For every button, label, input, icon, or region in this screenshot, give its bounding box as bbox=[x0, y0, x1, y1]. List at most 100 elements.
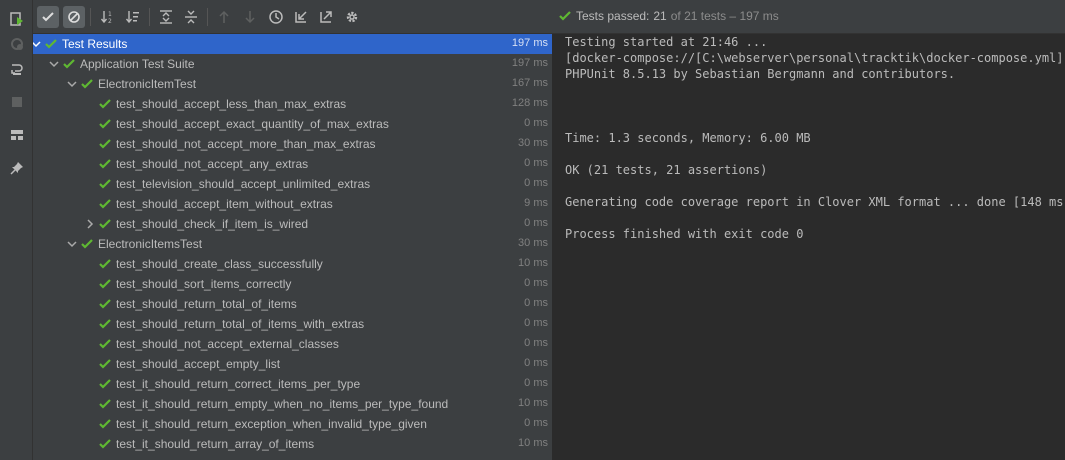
tree-root[interactable]: Test Results 197 ms bbox=[33, 34, 552, 54]
show-ignored-icon[interactable] bbox=[63, 6, 85, 28]
export-tests-icon[interactable] bbox=[315, 6, 337, 28]
tree-suite[interactable]: Application Test Suite 197 ms bbox=[33, 54, 552, 74]
test-row[interactable]: test_should_accept_exact_quantity_of_max… bbox=[33, 114, 552, 134]
passed-check-icon bbox=[99, 379, 111, 389]
passed-check-icon bbox=[99, 159, 111, 169]
test-tree: Test Results 197 ms Application Test Suite… bbox=[33, 34, 552, 460]
test-row[interactable]: test_should_return_total_of_items_with_e… bbox=[33, 314, 552, 334]
tree-item-duration: 0 ms bbox=[524, 117, 548, 129]
console-line: Time: 1.3 seconds, Memory: 6.00 MB bbox=[565, 131, 811, 145]
tree-item-label: test_should_create_class_successfully bbox=[116, 257, 323, 271]
passed-check-icon bbox=[63, 59, 75, 69]
tree-item-label: test_should_return_total_of_items_with_e… bbox=[116, 317, 365, 331]
tree-item-duration: 0 ms bbox=[524, 297, 548, 309]
passed-check-icon bbox=[99, 359, 111, 369]
tree-item-duration: 197 ms bbox=[511, 57, 548, 69]
import-tests-icon[interactable] bbox=[290, 6, 312, 28]
sort-alpha-icon[interactable]: 12 bbox=[97, 6, 119, 28]
tree-item-duration: 30 ms bbox=[518, 237, 548, 249]
test-row[interactable]: test_should_accept_item_without_extras 9 … bbox=[33, 194, 552, 214]
layout-icon[interactable] bbox=[6, 124, 28, 146]
passed-check-icon bbox=[99, 139, 111, 149]
status-area: Tests passed: 21 of 21 tests – 197 ms bbox=[552, 0, 1065, 34]
tree-item-duration: 0 ms bbox=[524, 317, 548, 329]
test-row[interactable]: test_it_should_return_empty_when_no_item… bbox=[33, 394, 552, 414]
tree-item-label: Application Test Suite bbox=[80, 57, 195, 71]
passed-check-icon bbox=[99, 299, 111, 309]
test-row[interactable]: test_it_should_return_exception_when_inv… bbox=[33, 414, 552, 434]
settings-icon[interactable] bbox=[341, 6, 363, 28]
passed-check-icon bbox=[99, 219, 111, 229]
stop-icon[interactable] bbox=[6, 91, 28, 113]
test-row[interactable]: test_should_not_accept_any_extras 0 ms bbox=[33, 154, 552, 174]
tree-item-duration: 0 ms bbox=[524, 357, 548, 369]
test-row[interactable]: test_should_create_class_successfully 10 … bbox=[33, 254, 552, 274]
tree-class[interactable]: ElectronicItemTest 167 ms bbox=[33, 74, 552, 94]
svg-text:2: 2 bbox=[108, 18, 112, 25]
tree-item-duration: 10 ms bbox=[518, 397, 548, 409]
show-passed-icon[interactable] bbox=[37, 6, 59, 28]
test-row[interactable]: test_should_not_accept_external_classes 0… bbox=[33, 334, 552, 354]
console-output[interactable]: Testing started at 21:46 ... [docker-comp… bbox=[553, 34, 1065, 460]
console-line: OK (21 tests, 21 assertions) bbox=[565, 163, 768, 177]
tree-class[interactable]: ElectronicItemsTest 30 ms bbox=[33, 234, 552, 254]
status-passed-count: 21 bbox=[653, 9, 667, 23]
chevron-down-icon[interactable] bbox=[33, 37, 42, 51]
tree-item-duration: 167 ms bbox=[511, 77, 548, 89]
sort-duration-icon[interactable] bbox=[122, 6, 144, 28]
console-line: Process finished with exit code 0 bbox=[565, 227, 804, 241]
tree-item-label: Test Results bbox=[62, 37, 128, 51]
svg-text:1: 1 bbox=[108, 11, 112, 18]
collapse-all-icon[interactable] bbox=[180, 6, 202, 28]
status-total: of 21 tests – 197 ms bbox=[670, 9, 779, 23]
test-row[interactable]: test_should_not_accept_more_than_max_ext… bbox=[33, 134, 552, 154]
passed-check-icon bbox=[99, 419, 111, 429]
test-row[interactable]: test_should_return_total_of_items 0 ms bbox=[33, 294, 552, 314]
console-line: Testing started at 21:46 ... bbox=[565, 35, 768, 49]
tree-item-label: test_should_accept_empty_list bbox=[116, 357, 281, 371]
tree-item-label: test_should_check_if_item_is_wired bbox=[116, 217, 309, 231]
test-row[interactable]: test_should_sort_items_correctly 0 ms bbox=[33, 274, 552, 294]
tree-item-duration: 10 ms bbox=[518, 437, 548, 449]
tree-item-duration: 0 ms bbox=[524, 217, 548, 229]
rerun-failed-icon[interactable] bbox=[6, 33, 28, 55]
expand-all-icon[interactable] bbox=[155, 6, 177, 28]
prev-failed-icon[interactable] bbox=[213, 6, 235, 28]
test-row[interactable]: test_it_should_return_correct_items_per_… bbox=[33, 374, 552, 394]
test-row[interactable]: test_should_accept_empty_list 0 ms bbox=[33, 354, 552, 374]
passed-check-icon bbox=[99, 119, 111, 129]
tree-item-duration: 0 ms bbox=[524, 157, 548, 169]
tree-item-label: test_should_accept_exact_quantity_of_max… bbox=[116, 117, 389, 131]
passed-check-icon bbox=[99, 279, 111, 289]
test-row[interactable]: test_should_accept_less_than_max_extras 1… bbox=[33, 94, 552, 114]
chevron-down-icon[interactable] bbox=[48, 57, 60, 71]
tree-item-duration: 0 ms bbox=[524, 277, 548, 289]
passed-check-icon bbox=[99, 399, 111, 409]
chevron-down-icon[interactable] bbox=[66, 77, 78, 91]
next-failed-icon[interactable] bbox=[239, 6, 261, 28]
pin-icon[interactable] bbox=[6, 157, 28, 179]
passed-check-icon bbox=[99, 199, 111, 209]
chevron-down-icon[interactable] bbox=[66, 237, 78, 251]
tree-item-label: test_it_should_return_empty_when_no_item… bbox=[116, 397, 449, 411]
tree-item-label: ElectronicItemTest bbox=[98, 77, 197, 91]
chevron-right-icon[interactable] bbox=[84, 217, 96, 231]
tree-item-duration: 0 ms bbox=[524, 177, 548, 189]
toggle-auto-test-icon[interactable] bbox=[6, 58, 28, 80]
passed-check-icon bbox=[99, 259, 111, 269]
tree-item-label: test_it_should_return_correct_items_per_… bbox=[116, 377, 361, 391]
test-toolbar: 12 bbox=[33, 0, 552, 34]
test-history-icon[interactable] bbox=[265, 6, 287, 28]
test-row[interactable]: test_it_should_return_array_of_items 10 m… bbox=[33, 434, 552, 454]
tree-item-label: test_should_sort_items_correctly bbox=[116, 277, 292, 291]
tree-item-duration: 0 ms bbox=[524, 377, 548, 389]
tree-item-label: test_should_return_total_of_items bbox=[116, 297, 297, 311]
passed-check-icon bbox=[99, 339, 111, 349]
tree-item-label: test_should_accept_less_than_max_extras bbox=[116, 97, 347, 111]
check-icon bbox=[559, 11, 571, 21]
tree-item-label: test_should_not_accept_any_extras bbox=[116, 157, 309, 171]
test-row[interactable]: test_television_should_accept_unlimited_… bbox=[33, 174, 552, 194]
rerun-icon[interactable] bbox=[6, 8, 28, 30]
test-status: Tests passed: 21 of 21 tests – 197 ms bbox=[558, 9, 779, 23]
test-row[interactable]: test_should_check_if_item_is_wired 0 ms bbox=[33, 214, 552, 234]
